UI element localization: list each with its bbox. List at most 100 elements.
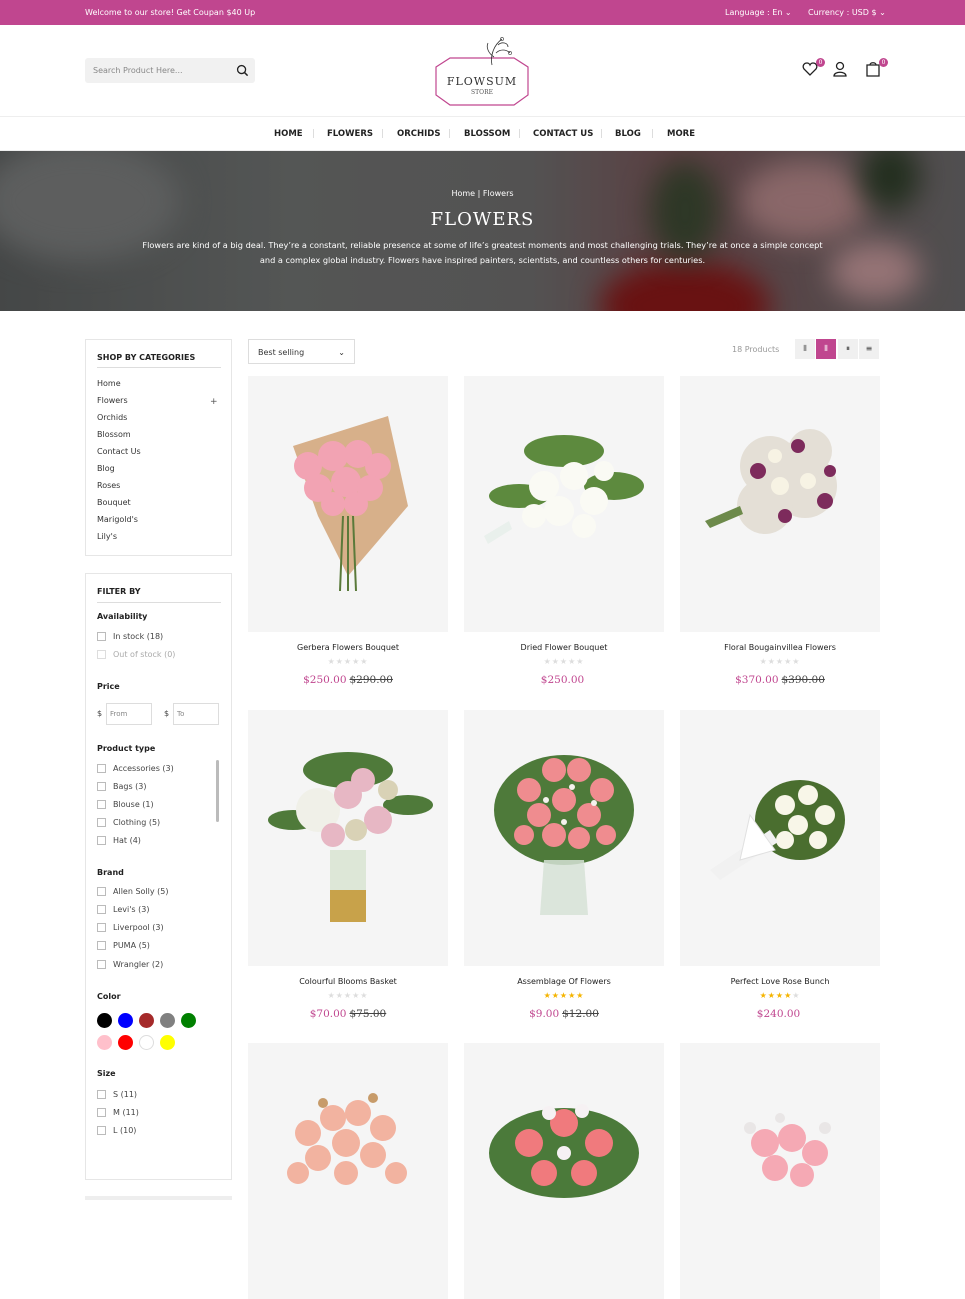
color-swatch-black[interactable]	[97, 1013, 112, 1028]
product-type-label: Product type	[97, 744, 156, 753]
filter-checkbox[interactable]	[97, 905, 106, 914]
product-image[interactable]	[464, 376, 664, 632]
category-item[interactable]: Blossom	[97, 430, 131, 439]
color-swatch-brown[interactable]	[139, 1013, 154, 1028]
filter-title: FILTER BY	[97, 587, 141, 596]
filter-checkbox[interactable]	[97, 923, 106, 932]
cart-button[interactable]: 0	[865, 58, 888, 79]
nav-blog[interactable]: BLOG	[615, 129, 641, 139]
breadcrumb-home[interactable]: Home |	[451, 189, 480, 198]
out-of-stock-label[interactable]: Out of stock (0)	[113, 650, 175, 659]
sort-dropdown[interactable]: Best selling ⌄	[248, 339, 355, 364]
filter-option[interactable]: Hat (4)	[113, 836, 141, 845]
category-item[interactable]: Contact Us	[97, 447, 141, 456]
category-item[interactable]: Orchids	[97, 413, 127, 422]
filter-checkbox[interactable]	[97, 887, 106, 896]
color-swatch-blue[interactable]	[118, 1013, 133, 1028]
filter-checkbox[interactable]	[97, 836, 106, 845]
nav-home[interactable]: HOME	[274, 129, 303, 139]
filter-option[interactable]: Blouse (1)	[113, 800, 154, 809]
logo-subtitle: STORE	[471, 89, 493, 96]
product-title[interactable]: Assemblage Of Flowers	[464, 977, 664, 986]
filter-checkbox[interactable]	[97, 800, 106, 809]
store-logo[interactable]: FLOWSUM STORE	[430, 35, 534, 107]
rating-stars: ★★★★★	[759, 991, 801, 1000]
category-item[interactable]: Bouquet	[97, 498, 131, 507]
in-stock-label[interactable]: In stock (18)	[113, 632, 163, 641]
filter-checkbox[interactable]	[97, 818, 106, 827]
product-title[interactable]: Colourful Blooms Basket	[248, 977, 448, 986]
product-image[interactable]	[248, 1043, 448, 1299]
search-input[interactable]: Search Product Here...	[93, 66, 183, 75]
category-item[interactable]: Roses	[97, 481, 120, 490]
filter-option[interactable]: PUMA (5)	[113, 941, 150, 950]
filter-checkbox[interactable]	[97, 941, 106, 950]
filter-option[interactable]: Wrangler (2)	[113, 960, 163, 969]
product-image[interactable]	[680, 376, 880, 632]
product-image[interactable]	[464, 1043, 664, 1299]
nav-blossom[interactable]: BLOSSOM	[464, 129, 510, 139]
view-list-button[interactable]: ≡	[859, 339, 879, 359]
nav-contact-us[interactable]: CONTACT US	[533, 129, 593, 139]
scrollbar[interactable]	[216, 760, 219, 822]
filter-checkbox[interactable]	[97, 782, 106, 791]
color-swatch-white[interactable]	[139, 1035, 154, 1050]
filter-option[interactable]: L (10)	[113, 1126, 136, 1135]
price-current: $250.00	[303, 674, 347, 686]
nav-more[interactable]: MORE	[667, 129, 695, 139]
product-image[interactable]	[464, 710, 664, 966]
product-title[interactable]: Dried Flower Bouquet	[464, 643, 664, 652]
color-swatch-red[interactable]	[118, 1035, 133, 1050]
view-grid-3-button[interactable]: ⦀	[816, 339, 836, 359]
filter-checkbox[interactable]	[97, 960, 106, 969]
filter-checkbox[interactable]	[97, 1126, 106, 1135]
category-item[interactable]: Marigold's	[97, 515, 138, 524]
color-swatch-gray[interactable]	[160, 1013, 175, 1028]
filter-option[interactable]: M (11)	[113, 1108, 139, 1117]
price-from-input[interactable]: From	[106, 703, 152, 725]
product-image[interactable]	[248, 710, 448, 966]
expand-icon[interactable]: +	[210, 397, 218, 407]
product-title[interactable]: Perfect Love Rose Bunch	[680, 977, 880, 986]
filter-option[interactable]: Clothing (5)	[113, 818, 160, 827]
filter-option[interactable]: Levi's (3)	[113, 905, 149, 914]
nav-flowers[interactable]: FLOWERS	[327, 129, 373, 139]
product-image[interactable]	[680, 1043, 880, 1299]
nav-separator	[449, 129, 450, 138]
category-item[interactable]: Flowers	[97, 396, 128, 405]
price-to-input[interactable]: To	[173, 703, 219, 725]
wishlist-button[interactable]: 0	[802, 58, 825, 79]
account-button[interactable]	[832, 61, 850, 79]
color-swatch-yellow[interactable]	[160, 1035, 175, 1050]
product-image[interactable]	[680, 710, 880, 966]
filter-option[interactable]: Liverpool (3)	[113, 923, 164, 932]
search-icon[interactable]	[236, 64, 249, 77]
filter-option[interactable]: S (11)	[113, 1090, 137, 1099]
color-swatch-green[interactable]	[181, 1013, 196, 1028]
nav-orchids[interactable]: ORCHIDS	[397, 129, 440, 139]
language-selector[interactable]: Language : En ⌄	[725, 8, 792, 17]
product-title[interactable]: Gerbera Flowers Bouquet	[248, 643, 448, 652]
chevron-down-icon: ⌄	[338, 348, 345, 357]
filter-checkbox[interactable]	[97, 1090, 106, 1099]
product-image[interactable]	[248, 376, 448, 632]
price-current: $240.00	[756, 1008, 801, 1020]
search-bar[interactable]: Search Product Here...	[85, 58, 255, 83]
price-current: $370.00	[735, 674, 779, 686]
color-swatch-pink[interactable]	[97, 1035, 112, 1050]
currency-selector[interactable]: Currency : USD $ ⌄	[808, 8, 886, 17]
filter-option[interactable]: Bags (3)	[113, 782, 147, 791]
bouquet-illustration	[287, 1093, 407, 1185]
filter-option[interactable]: Allen Solly (5)	[113, 887, 168, 896]
out-of-stock-checkbox[interactable]	[97, 650, 106, 659]
product-title[interactable]: Floral Bougainvillea Flowers	[680, 643, 880, 652]
category-item[interactable]: Blog	[97, 464, 115, 473]
view-grid-2-button[interactable]: ⏸	[838, 339, 858, 359]
filter-option[interactable]: Accessories (3)	[113, 764, 174, 773]
view-grid-4-button[interactable]: ⦀	[795, 339, 815, 359]
category-item[interactable]: Lily's	[97, 532, 117, 541]
in-stock-checkbox[interactable]	[97, 632, 106, 641]
filter-checkbox[interactable]	[97, 764, 106, 773]
filter-checkbox[interactable]	[97, 1108, 106, 1117]
category-item[interactable]: Home	[97, 379, 121, 388]
